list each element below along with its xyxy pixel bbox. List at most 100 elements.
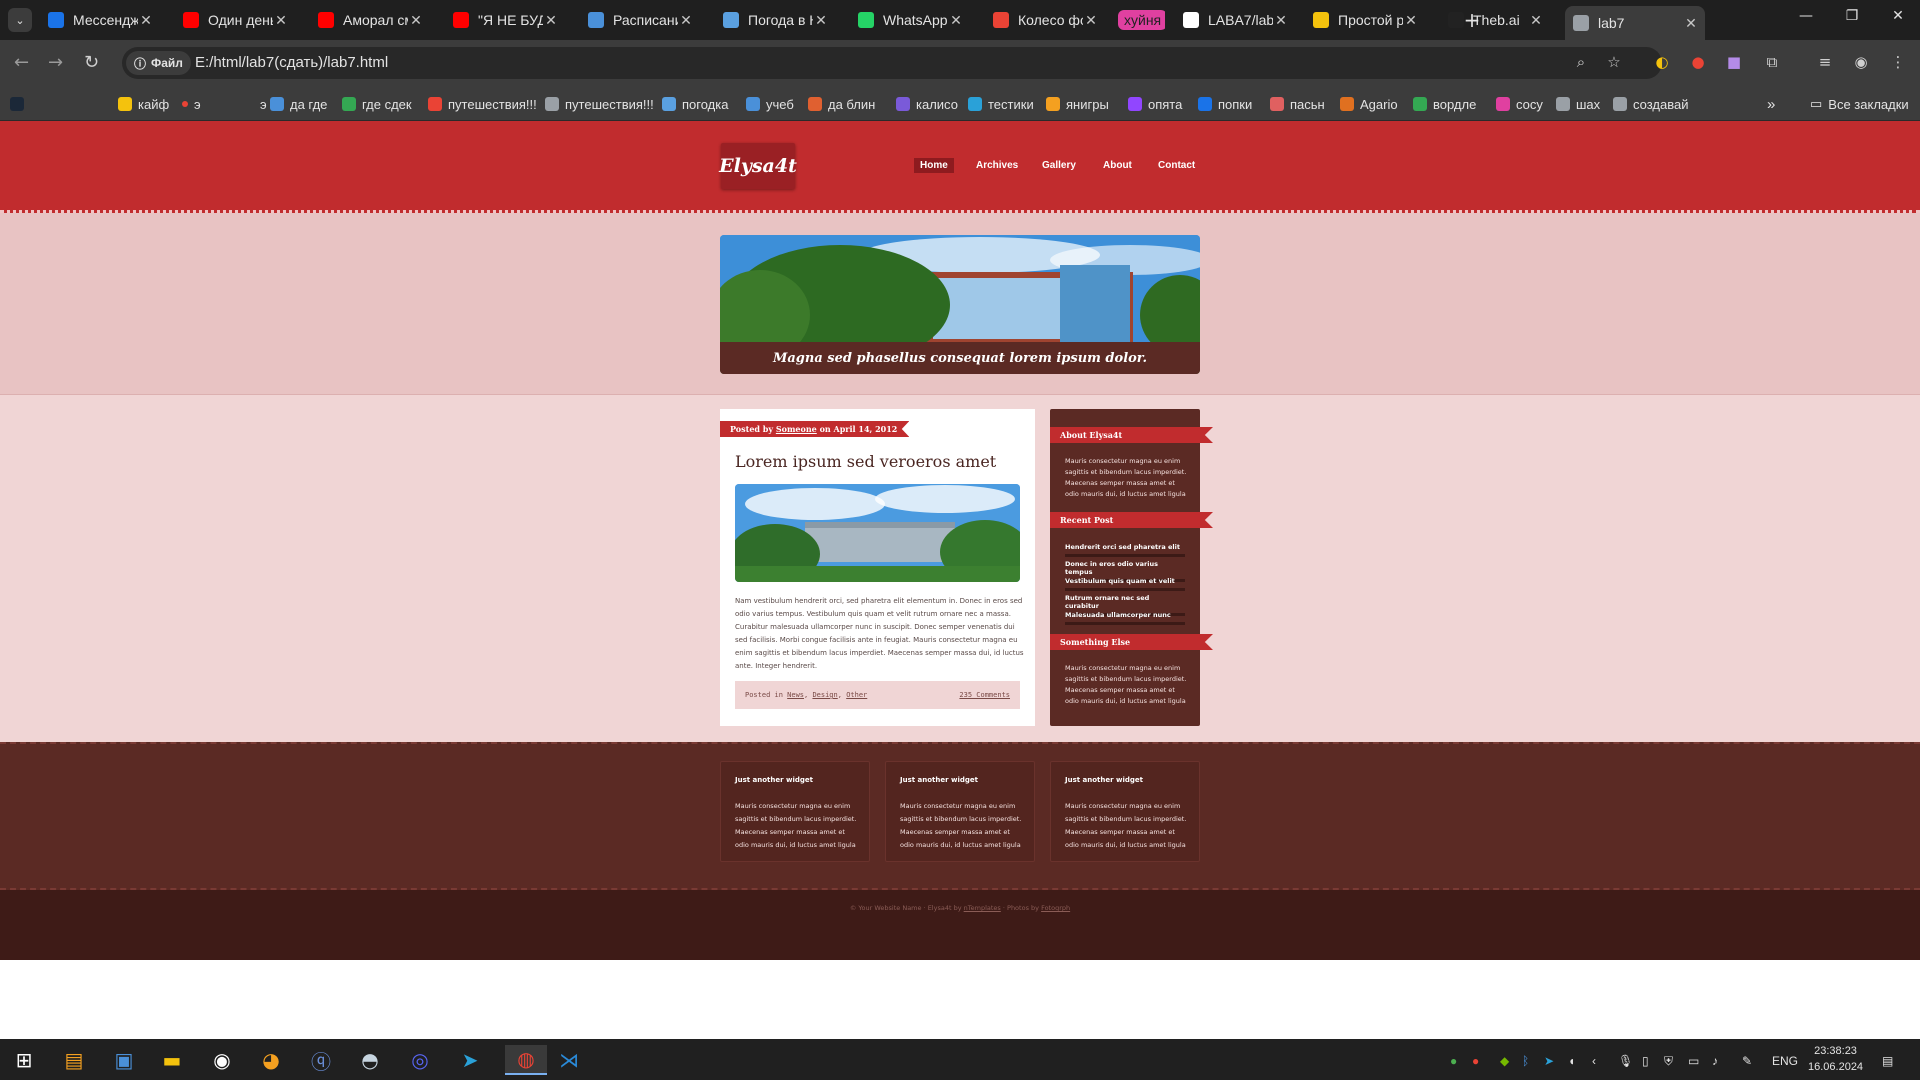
bookmark-item[interactable]: путешествия!!!	[545, 92, 654, 116]
telegram-icon[interactable]: ➤	[454, 1045, 486, 1075]
close-tab-icon[interactable]: ✕	[813, 12, 829, 29]
forward-button[interactable]: →	[48, 52, 63, 73]
close-tab-icon[interactable]: ✕	[273, 12, 289, 29]
browser-tab[interactable]: Погода в К ✕	[715, 6, 835, 34]
bookmarks-overflow-icon[interactable]: »	[1767, 92, 1775, 116]
tray-pen-icon[interactable]: ✎	[1742, 1054, 1752, 1068]
tray-bluetooth-icon[interactable]: ᛒ	[1522, 1054, 1529, 1068]
bookmark-item[interactable]: э	[182, 92, 201, 116]
bookmark-item[interactable]: путешествия!!!	[428, 92, 537, 116]
browser-tab[interactable]: lab7 ✕	[1565, 6, 1705, 40]
tray-usb-icon[interactable]: ▯	[1642, 1054, 1649, 1068]
recent-post-link[interactable]: Malesuada ullamcorper nunc	[1065, 611, 1185, 625]
photos-link[interactable]: Fotogrph	[1041, 904, 1070, 912]
zoom-icon[interactable]: ⌕	[1571, 52, 1591, 72]
bookmark-item[interactable]: погодка	[662, 92, 728, 116]
tray-network-icon[interactable]: ▭	[1688, 1054, 1699, 1068]
bookmark-item[interactable]: шах	[1556, 92, 1600, 116]
bookmark-item[interactable]: пасьн	[1270, 92, 1325, 116]
tray-telegram-icon[interactable]: ➤	[1544, 1054, 1554, 1068]
bookmark-item[interactable]: кайф	[118, 92, 169, 116]
browser-tab[interactable]: хуйня	[1110, 6, 1165, 34]
all-bookmarks-button[interactable]: ▭ Все закладки	[1810, 92, 1909, 116]
yandex-icon[interactable]: ◕	[255, 1045, 287, 1075]
bookmark-star-icon[interactable]: ☆	[1604, 52, 1624, 72]
close-tab-icon[interactable]: ✕	[1683, 15, 1699, 32]
extensions-puzzle-icon[interactable]: ⧉	[1762, 52, 1782, 72]
bookmark-item[interactable]: вордле	[1413, 92, 1476, 116]
explorer-icon[interactable]: ▬	[156, 1045, 188, 1075]
recent-post-link[interactable]: Vestibulum quis quam et velit	[1065, 577, 1185, 591]
extension-yellow-icon[interactable]: ◐	[1652, 52, 1672, 72]
nav-home[interactable]: Home	[914, 158, 954, 173]
templates-link[interactable]: nTemplates	[964, 904, 1001, 912]
tray-security-icon[interactable]: ⛨	[1664, 1054, 1673, 1069]
teams-icon[interactable]: ▣	[108, 1045, 140, 1075]
discord-icon[interactable]: ◎	[404, 1045, 436, 1075]
chrome-icon[interactable]: ◍	[505, 1045, 547, 1075]
nav-archives[interactable]: Archives	[970, 158, 1024, 173]
site-logo[interactable]: Elysa4t	[719, 143, 797, 189]
post-title[interactable]: Lorem ipsum sed veroeros amet	[735, 452, 996, 471]
media-control-icon[interactable]: ≡	[1815, 52, 1835, 72]
bookmark-item[interactable]: попки	[1198, 92, 1252, 116]
close-tab-icon[interactable]: ✕	[1083, 12, 1099, 29]
category-link-other[interactable]: Other	[846, 691, 867, 699]
reload-button[interactable]: ↻	[84, 52, 99, 73]
notepad-icon[interactable]: ▤	[58, 1045, 90, 1075]
language-indicator[interactable]: ENG	[1772, 1054, 1798, 1068]
bookmark-item[interactable]: учеб	[746, 92, 794, 116]
extension-purple-icon[interactable]: ■	[1724, 52, 1744, 72]
browser-tab[interactable]: Простой ро✕	[1305, 6, 1425, 34]
close-tab-icon[interactable]: ✕	[948, 12, 964, 29]
browser-tab[interactable]: WhatsApp ✕	[850, 6, 970, 34]
category-link-news[interactable]: News	[787, 691, 804, 699]
close-window-button[interactable]: ✕	[1878, 8, 1918, 24]
tray-nvidia-icon[interactable]: ◆	[1500, 1054, 1509, 1068]
browser-tab[interactable]: Расписание✕	[580, 6, 700, 34]
bookmark-item[interactable]: да где	[270, 92, 327, 116]
restore-button[interactable]: ❐	[1832, 8, 1872, 24]
browser-tab[interactable]: Мессенджер✕	[40, 6, 160, 34]
browser-tab[interactable]: LABA7/lab7✕	[1175, 6, 1295, 34]
close-tab-icon[interactable]: ✕	[408, 12, 424, 29]
close-tab-icon[interactable]: ✕	[678, 12, 694, 29]
tray-speaker-icon[interactable]: ♪	[1712, 1054, 1718, 1068]
profile-avatar-icon[interactable]: ◉	[1851, 52, 1871, 72]
category-link-design[interactable]: Design	[812, 691, 837, 699]
vscode-icon[interactable]: ⋊	[553, 1045, 585, 1075]
obs-icon[interactable]: ◉	[206, 1045, 238, 1075]
bookmark-item[interactable]: янигры	[1046, 92, 1109, 116]
tray-chrome-icon[interactable]: ●	[1472, 1054, 1479, 1068]
new-tab-button[interactable]: +	[1452, 8, 1492, 32]
bookmark-item[interactable]: да блин	[808, 92, 875, 116]
browser-tab[interactable]: "Я НЕ БУДУ✕	[445, 6, 565, 34]
qbittorrent-icon[interactable]: ⓠ	[305, 1045, 337, 1075]
close-tab-icon[interactable]: ✕	[543, 12, 559, 29]
recent-post-link[interactable]: Hendrerit orci sed pharetra elit	[1065, 543, 1185, 557]
nav-about[interactable]: About	[1097, 158, 1138, 173]
bookmark-item[interactable]: опята	[1128, 92, 1182, 116]
tray-volume-mixer-icon[interactable]: ◖	[1568, 1054, 1575, 1068]
tab-search-button[interactable]: ⌄	[8, 8, 32, 32]
bookmark-item[interactable]: э	[240, 92, 267, 116]
close-tab-icon[interactable]: ✕	[1403, 12, 1419, 29]
minimize-button[interactable]: —	[1786, 8, 1826, 24]
close-tab-icon[interactable]: ✕	[138, 12, 154, 29]
bookmark-item[interactable]: создавай	[1613, 92, 1688, 116]
browser-tab[interactable]: Колесо фор✕	[985, 6, 1105, 34]
back-button[interactable]: ←	[14, 52, 29, 73]
steam-icon[interactable]: ◓	[354, 1045, 386, 1075]
close-tab-icon[interactable]: ✕	[1528, 12, 1544, 29]
notifications-icon[interactable]: ▤	[1882, 1054, 1893, 1068]
bookmark-item[interactable]: тестики	[968, 92, 1034, 116]
tray-green-icon[interactable]: ●	[1450, 1054, 1457, 1068]
menu-kebab-icon[interactable]: ⋮	[1888, 52, 1908, 72]
bookmark-item[interactable]: где сдек	[342, 92, 412, 116]
nav-contact[interactable]: Contact	[1152, 158, 1201, 173]
url-text[interactable]: E:/html/lab7(сдать)/lab7.html	[195, 54, 388, 71]
tray-mic-icon[interactable]: 🎙	[1618, 1054, 1633, 1068]
tray-arrow-icon[interactable]: ‹	[1592, 1054, 1596, 1068]
nav-gallery[interactable]: Gallery	[1036, 158, 1082, 173]
bookmark-item[interactable]	[10, 92, 30, 116]
